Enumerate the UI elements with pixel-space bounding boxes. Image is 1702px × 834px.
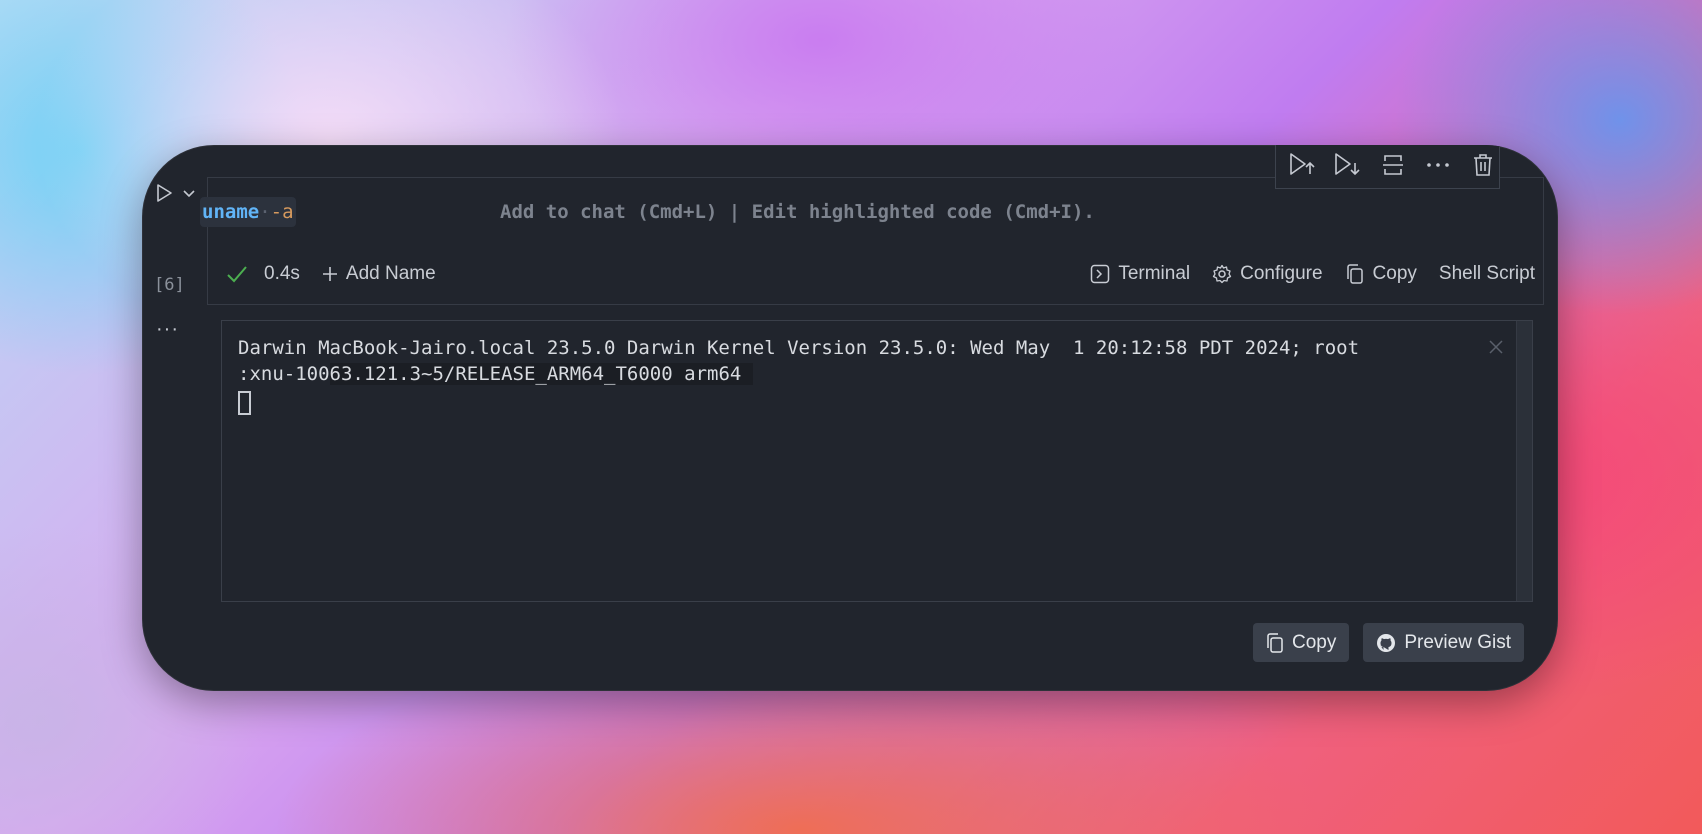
plus-icon: [322, 267, 337, 281]
code-highlight: uname·-a: [200, 196, 296, 227]
output-line-1: Darwin MacBook-Jairo.local 23.5.0 Darwin…: [238, 337, 1360, 359]
cell-status-bar: 0.4s Add Name Terminal Configure Copy Sh…: [208, 253, 1543, 295]
terminal-cursor: [238, 391, 251, 415]
split-cell-icon[interactable]: [1376, 150, 1409, 180]
close-icon[interactable]: [1488, 339, 1504, 355]
copy-icon: [1267, 632, 1283, 653]
run-cell-icon[interactable]: [154, 183, 174, 203]
language-selector[interactable]: Shell Script: [1439, 263, 1535, 285]
add-name-label: Add Name: [345, 263, 436, 284]
copy-output-label: Copy: [1292, 631, 1337, 653]
run-below-icon[interactable]: [1331, 150, 1364, 180]
preview-gist-button[interactable]: Preview Gist: [1363, 623, 1524, 662]
output-text[interactable]: Darwin MacBook-Jairo.local 23.5.0 Darwin…: [238, 335, 1498, 415]
code-editor-line[interactable]: uname·-a: [200, 195, 296, 228]
terminal-button[interactable]: Terminal: [1090, 263, 1190, 285]
cell-toolbar: [1275, 145, 1500, 189]
execution-duration: 0.4s: [264, 263, 300, 284]
copy-code-button[interactable]: Copy: [1345, 263, 1417, 285]
code-flag: -a: [270, 200, 294, 223]
gear-icon: [1212, 264, 1232, 284]
chevron-down-icon[interactable]: [182, 187, 196, 201]
output-scrollbar[interactable]: [1516, 321, 1532, 601]
copy-label: Copy: [1372, 263, 1417, 284]
terminal-icon: [1091, 264, 1110, 284]
terminal-label: Terminal: [1118, 263, 1191, 284]
code-command: uname: [202, 200, 260, 223]
success-check-icon: [227, 266, 247, 283]
copy-icon: [1346, 264, 1363, 284]
cell-output[interactable]: Darwin MacBook-Jairo.local 23.5.0 Darwin…: [221, 320, 1533, 602]
notebook-cell-card: [6] ··· uname·-a Add to chat (Cmd+L) | E…: [142, 145, 1558, 691]
inline-hint: Add to chat (Cmd+L) | Edit highlighted c…: [500, 201, 1095, 223]
output-line-2-prefix: :xnu-100: [238, 363, 330, 385]
more-icon[interactable]: [1421, 150, 1454, 180]
execution-count: [6]: [154, 275, 185, 295]
language-label: Shell Script: [1438, 263, 1535, 284]
whitespace-dot: ·: [259, 200, 271, 223]
copy-output-button[interactable]: Copy: [1253, 623, 1350, 662]
configure-button[interactable]: Configure: [1212, 263, 1323, 285]
configure-label: Configure: [1240, 263, 1323, 284]
trash-icon[interactable]: [1466, 150, 1499, 180]
github-icon: [1377, 633, 1396, 652]
add-name-button[interactable]: Add Name: [322, 263, 436, 285]
cell-more-icon[interactable]: ···: [156, 319, 179, 339]
run-above-icon[interactable]: [1286, 150, 1319, 180]
output-actions: Copy Preview Gist: [1253, 623, 1524, 662]
output-line-2-selected: 63.121.3~5/RELEASE_ARM64_T6000 arm64: [329, 363, 753, 385]
preview-gist-label: Preview Gist: [1404, 631, 1511, 653]
